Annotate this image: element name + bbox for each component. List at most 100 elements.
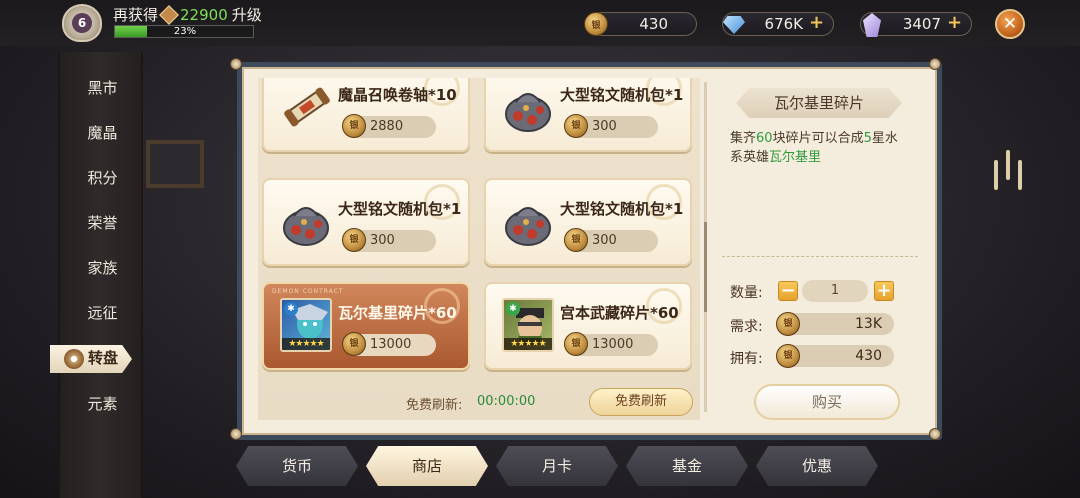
sidebar-item-family[interactable]: 家族	[60, 248, 145, 288]
free-refresh-button[interactable]: 免费刷新	[589, 388, 693, 416]
upgrade-requirement: 再获得 22900 升级	[113, 4, 262, 25]
diamond-amount: 676K	[764, 15, 803, 33]
player-level-badge[interactable]: 6	[62, 4, 102, 42]
exp-progress-bar: 23%	[114, 25, 254, 38]
panel-corner-ornament	[230, 428, 242, 440]
item-price-value: 13000	[592, 337, 634, 352]
rune-bag-icon	[505, 93, 551, 132]
quantity-decrease-button[interactable]: −	[778, 281, 798, 301]
item-price-value: 2880	[370, 119, 404, 134]
detail-divider	[722, 256, 918, 257]
quantity-input[interactable]: 1	[802, 280, 868, 302]
player-level: 6	[72, 13, 92, 33]
diamond-counter[interactable]: 676K +	[722, 12, 834, 36]
upgrade-amount: 22900	[180, 5, 228, 24]
coin-icon: 银	[564, 332, 588, 356]
water-element-icon: ✱	[284, 302, 298, 316]
coin-icon: 银	[564, 114, 588, 138]
upgrade-prefix: 再获得	[113, 6, 159, 24]
tab-currency[interactable]: 货币	[236, 446, 358, 486]
item-title: 大型铭文随机包*1	[338, 200, 462, 218]
sidebar-item-crystal[interactable]: 魔晶	[60, 113, 145, 153]
close-button[interactable]: ✕	[995, 9, 1025, 39]
top-bar: 6 再获得 22900 升级 23% 银 430 676K + 3407 + ✕	[0, 0, 1080, 46]
item-title: 大型铭文随机包*1	[560, 200, 684, 218]
shop-item-card-selected[interactable]: DEMON CONTRACT ✱ ★★★★★ 瓦尔基里碎片*60 银 13000	[262, 282, 470, 370]
wind-element-icon: ✱	[506, 302, 520, 316]
sidebar-item-wheel[interactable]: 转盘	[50, 345, 132, 373]
valkyrie-portrait: ✱ ★★★★★	[280, 298, 332, 352]
coin-amount: 430	[639, 15, 668, 33]
coin-icon: 银	[776, 344, 800, 368]
exp-gem-icon	[159, 4, 179, 25]
coin-icon: 银	[776, 312, 800, 336]
coin-icon: 银	[342, 228, 366, 252]
close-icon: ✕	[1002, 14, 1018, 34]
owned-label: 拥有:	[730, 351, 763, 367]
panel-corner-ornament	[929, 58, 941, 70]
tab-monthly-card[interactable]: 月卡	[496, 446, 618, 486]
shop-scrollbar-thumb[interactable]	[704, 222, 707, 312]
shop-item-card[interactable]: 魔晶召唤卷轴*10 银 2880	[262, 78, 470, 152]
shop-item-card[interactable]: 大型铭文随机包*1 银 300	[484, 178, 692, 266]
background-candle	[1018, 160, 1022, 190]
shop-item-card[interactable]: 大型铭文随机包*1 银 300	[484, 78, 692, 152]
add-crystal-icon[interactable]: +	[947, 14, 963, 32]
background-painting	[146, 140, 204, 188]
shop-scrollbar[interactable]	[704, 82, 707, 412]
star-rating: ★★★★★	[282, 338, 330, 350]
detail-description: 集齐60块碎片可以合成5星水系英雄瓦尔基里	[730, 131, 898, 165]
item-price-value: 300	[592, 119, 617, 134]
rune-bag-icon	[505, 207, 551, 246]
detail-title: 瓦尔基里碎片	[736, 88, 902, 118]
item-price: 银 13000	[564, 332, 658, 356]
item-title: 魔晶召唤卷轴*10	[338, 86, 457, 104]
owned-amount: 银 430	[776, 344, 894, 368]
background-candle	[994, 160, 998, 190]
required-cost-value: 13K	[855, 316, 882, 332]
item-price-value: 13000	[370, 337, 412, 352]
item-title: 大型铭文随机包*1	[560, 86, 684, 104]
shop-item-grid[interactable]: 魔晶召唤卷轴*10 银 2880 大型铭文随机包*1 银 300 大型铭文随机包…	[258, 78, 700, 420]
tab-fund[interactable]: 基金	[626, 446, 748, 486]
item-price-value: 300	[370, 233, 395, 248]
item-price: 银 300	[564, 114, 658, 138]
coin-counter[interactable]: 银 430	[584, 12, 697, 36]
free-refresh-timer: 00:00:00	[477, 394, 536, 409]
crystal-counter[interactable]: 3407 +	[860, 12, 972, 37]
musashi-portrait: ✱ ★★★★★	[502, 298, 554, 352]
item-title: 瓦尔基里碎片*60	[338, 304, 457, 322]
background-candle	[1006, 150, 1010, 180]
tab-offers[interactable]: 优惠	[756, 446, 878, 486]
item-price-value: 300	[592, 233, 617, 248]
crystal-amount: 3407	[902, 15, 941, 33]
coin-icon: 银	[584, 12, 608, 36]
shop-item-card[interactable]: ✱ ★★★★★ 宫本武藏碎片*60 银 13000	[484, 282, 692, 370]
shop-category-sidebar: 黑市 魔晶 积分 荣誉 家族 远征 转盘 元素	[50, 52, 145, 498]
coin-icon: 银	[564, 228, 588, 252]
exp-progress-label: 23%	[173, 26, 197, 37]
buy-button[interactable]: 购买	[754, 384, 900, 420]
sidebar-item-element[interactable]: 元素	[60, 384, 145, 424]
required-label: 需求:	[730, 319, 763, 335]
item-detail-pane: 瓦尔基里碎片 集齐60块碎片可以合成5星水系英雄瓦尔基里 数量: − 1 + 需…	[722, 84, 920, 424]
sidebar-item-points[interactable]: 积分	[60, 158, 145, 198]
shop-item-card[interactable]: 大型铭文随机包*1 银 300	[262, 178, 470, 266]
upgrade-suffix: 升级	[231, 6, 262, 24]
rune-bag-icon	[283, 207, 329, 246]
panel-corner-ornament	[929, 428, 941, 440]
tab-shop[interactable]: 商店	[366, 446, 488, 486]
item-price: 银 300	[342, 228, 436, 252]
item-price: 银 300	[564, 228, 658, 252]
crystal-icon	[863, 13, 881, 37]
add-diamond-icon[interactable]: +	[809, 14, 825, 32]
owned-amount-value: 430	[855, 348, 882, 364]
sidebar-item-expedition[interactable]: 远征	[60, 293, 145, 333]
sidebar-item-honor[interactable]: 荣誉	[60, 203, 145, 243]
sidebar-item-blackmarket[interactable]: 黑市	[60, 68, 145, 108]
free-refresh-label: 免费刷新:	[406, 398, 463, 413]
wheel-icon	[63, 348, 84, 369]
quantity-increase-button[interactable]: +	[874, 281, 894, 301]
diamond-icon	[723, 16, 745, 34]
card-badge-text: DEMON CONTRACT	[272, 288, 344, 295]
